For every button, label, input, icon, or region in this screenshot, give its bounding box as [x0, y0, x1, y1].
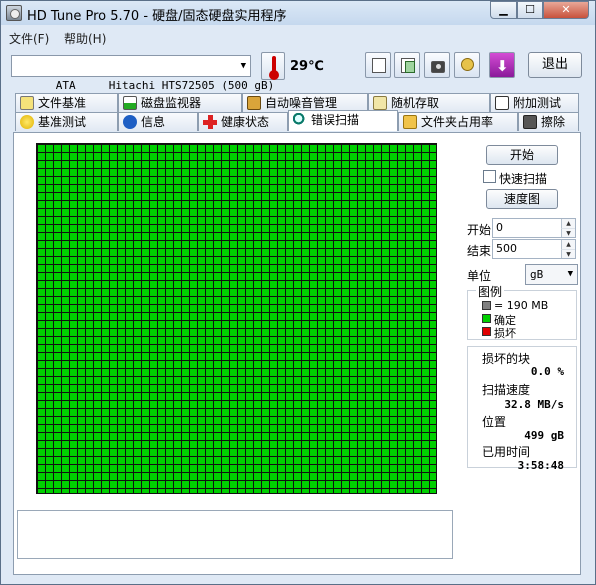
health-cross-icon — [203, 115, 217, 129]
close-button[interactable]: ✕ — [543, 1, 589, 19]
drive-select-value: ATA Hitachi HTS72505 (500 gB) — [55, 79, 275, 92]
window-title: HD Tune Pro 5.70 - 硬盘/固态硬盘实用程序 — [27, 9, 287, 24]
maximize-button[interactable]: ☐ — [517, 1, 543, 19]
folder-icon — [403, 115, 417, 129]
tab-label: 健康状态 — [221, 115, 270, 129]
info-icon — [123, 115, 137, 129]
camera-icon — [431, 61, 445, 73]
legend-bad: 损坏 — [494, 327, 516, 340]
tab-label: 擦除 — [541, 115, 566, 129]
benchmark-icon — [20, 115, 34, 129]
menu-help[interactable]: 帮助(H) — [64, 30, 106, 47]
damaged-blocks-label: 损坏的块 — [482, 352, 531, 366]
magnifier-icon — [293, 113, 307, 127]
speaker-icon — [247, 96, 261, 110]
log-output-area[interactable] — [17, 510, 453, 559]
tab-label: 基准测试 — [38, 115, 87, 129]
disk-monitor-icon — [123, 96, 137, 110]
legend: 图例 = 190 MB 确定 损坏 — [467, 283, 577, 340]
drive-select[interactable]: ATA Hitachi HTS72505 (500 gB) ▼ — [11, 55, 274, 92]
spin-down-icon[interactable]: ▼ — [561, 228, 575, 237]
unit-select[interactable]: gB ▼ — [525, 264, 578, 285]
ok-swatch — [482, 314, 491, 323]
spin-down-icon[interactable]: ▼ — [561, 249, 575, 258]
tab-label: 错误扫描 — [311, 113, 360, 127]
menu-bar: 文件(F) 帮助(H) — [1, 27, 595, 47]
scan-statistics: 损坏的块 0.0 % 扫描速度 32.8 MB/s 位置 499 gB 已用时间… — [467, 346, 577, 472]
toolbar: ATA Hitachi HTS72505 (500 gB) ▼ 29℃ ⬇ 退出 — [1, 47, 595, 92]
tab-extra-tests[interactable]: 附加测试 — [490, 93, 579, 112]
options-icon — [461, 58, 474, 71]
end-position-value: 500 — [496, 242, 517, 255]
error-scan-panel: 开始 快速扫描 速度图 开始 0 ▲ ▼ 结束 500 ▲ ▼ 单位 gB ▼ … — [13, 132, 581, 575]
speed-map-button[interactable]: 速度图 — [486, 189, 558, 209]
unit-label: 单位 — [467, 269, 492, 283]
app-window: HD Tune Pro 5.70 - 硬盘/固态硬盘实用程序 ▁ ☐ ✕ 文件(… — [0, 0, 596, 585]
start-position-value: 0 — [496, 221, 503, 234]
random-access-icon — [373, 96, 387, 110]
position-value: 499 gB — [524, 429, 564, 442]
menu-file[interactable]: 文件(F) — [9, 30, 49, 47]
elapsed-time-label: 已用时间 — [482, 445, 531, 459]
quick-scan-label: 快速扫描 — [499, 172, 548, 186]
position-label: 位置 — [482, 415, 507, 429]
tab-label: 随机存取 — [391, 96, 440, 110]
tab-file-benchmark[interactable]: 文件基准 — [15, 93, 118, 112]
spin-up-icon[interactable]: ▲ — [561, 219, 575, 228]
copy-text-button[interactable] — [365, 52, 391, 78]
tab-label: 文件夹占用率 — [421, 115, 494, 129]
tab-error-scan[interactable]: 错误扫描 — [288, 110, 398, 131]
download-button[interactable]: ⬇ — [489, 52, 515, 78]
options-button[interactable] — [454, 52, 480, 78]
tab-label: 文件基准 — [38, 96, 87, 110]
spin-up-icon[interactable]: ▲ — [561, 240, 575, 249]
scan-speed-label: 扫描速度 — [482, 383, 531, 397]
elapsed-time-value: 3:58:48 — [517, 459, 564, 472]
trash-icon — [523, 115, 537, 129]
block-swatch — [482, 301, 491, 310]
tab-benchmark[interactable]: 基准测试 — [15, 112, 118, 131]
tab-info[interactable]: 信息 — [118, 112, 198, 131]
end-position-input[interactable]: 500 ▲ ▼ — [492, 239, 576, 259]
hd-tune-app-icon — [6, 5, 22, 21]
screenshot-button[interactable] — [424, 52, 450, 78]
tab-folder-usage[interactable]: 文件夹占用率 — [398, 112, 518, 131]
quick-scan-checkbox[interactable] — [483, 170, 496, 183]
temperature-readout: 29℃ — [290, 59, 324, 74]
tab-label: 自动噪音管理 — [265, 96, 338, 110]
scan-speed-value: 32.8 MB/s — [504, 398, 564, 411]
exit-button[interactable]: 退出 — [528, 52, 582, 78]
tab-erase[interactable]: 擦除 — [518, 112, 579, 131]
start-scan-button[interactable]: 开始 — [486, 145, 558, 165]
start-position-input[interactable]: 0 ▲ ▼ — [492, 218, 576, 238]
copy-image-button[interactable] — [394, 52, 420, 78]
tab-label: 信息 — [141, 115, 166, 129]
chevron-down-icon: ▼ — [240, 61, 246, 71]
copy-text-icon — [372, 58, 386, 73]
extra-tests-icon — [495, 96, 509, 110]
tab-row-bottom: 基准测试 信息 健康状态 错误扫描 文件夹占用率 擦除 — [13, 110, 581, 131]
file-benchmark-icon — [20, 96, 34, 110]
tab-health[interactable]: 健康状态 — [198, 112, 288, 131]
minimize-button[interactable]: ▁ — [490, 1, 517, 19]
thermometer-icon — [261, 52, 285, 80]
chevron-down-icon: ▼ — [567, 269, 573, 279]
start-label: 开始 — [467, 223, 492, 237]
end-label: 结束 — [467, 244, 492, 258]
damaged-blocks-value: 0.0 % — [530, 365, 564, 378]
tab-label: 磁盘监视器 — [141, 96, 202, 110]
legend-block-size: = 190 MB — [494, 299, 549, 312]
download-arrow-icon: ⬇ — [496, 57, 509, 75]
legend-title: 图例 — [476, 283, 505, 300]
unit-select-value: gB — [530, 268, 544, 281]
title-bar: HD Tune Pro 5.70 - 硬盘/固态硬盘实用程序 ▁ ☐ ✕ — [1, 1, 595, 25]
tab-disk-monitor[interactable]: 磁盘监视器 — [118, 93, 242, 112]
block-map-grid — [36, 143, 437, 494]
tab-label: 附加测试 — [513, 96, 562, 110]
bad-swatch — [482, 327, 491, 336]
